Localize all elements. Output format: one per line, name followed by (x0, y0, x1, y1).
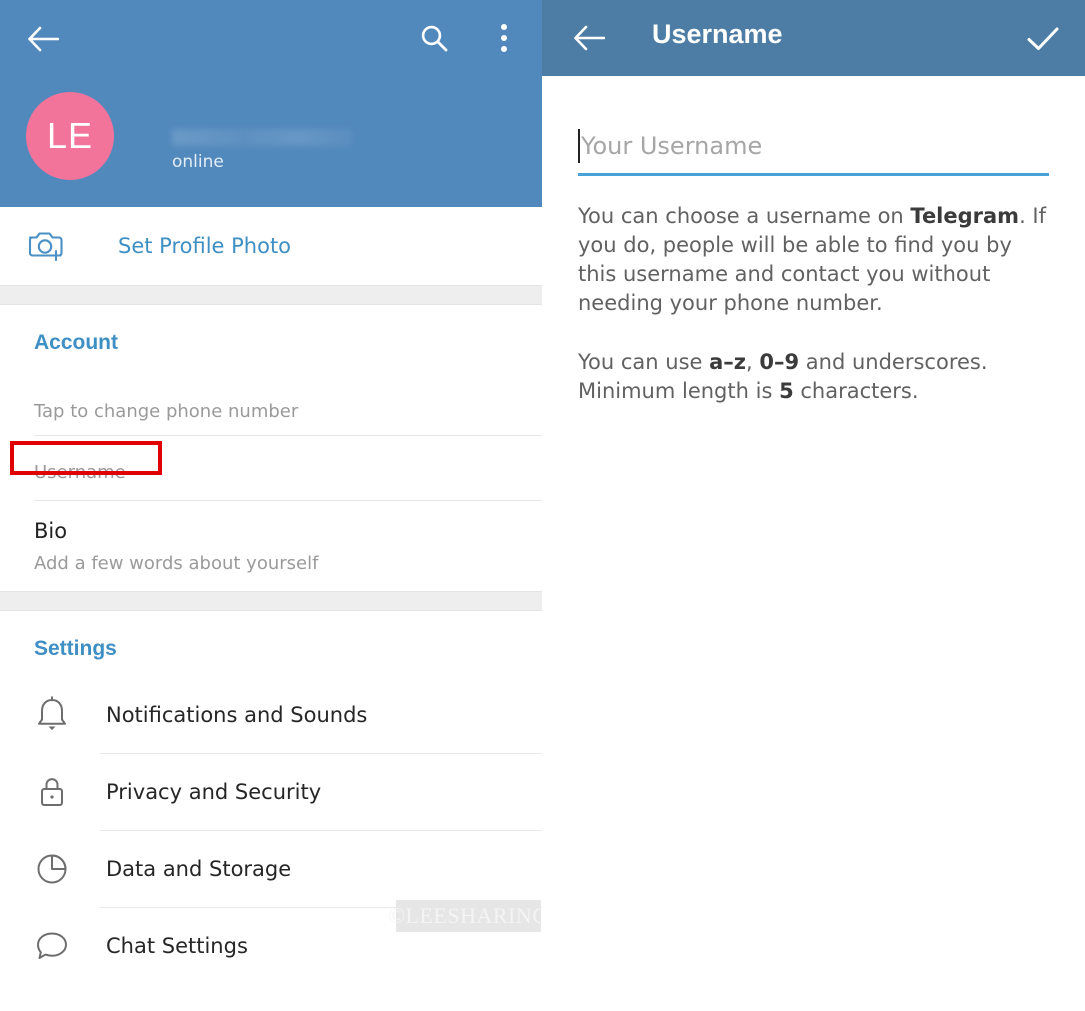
help-p1-text-1: You can choose a username on (578, 204, 911, 228)
phone-number-hint: Tap to change phone number (34, 401, 299, 422)
help-p2-bold-09: 0–9 (759, 350, 800, 374)
username-toolbar: Username (542, 0, 1085, 76)
settings-toolbar (0, 0, 542, 76)
search-icon[interactable] (414, 18, 454, 58)
check-icon[interactable] (1023, 19, 1063, 59)
profile-summary[interactable]: LE online (26, 92, 352, 180)
app-root: LE online Set Profile Photo Account Tap … (0, 0, 1085, 1011)
back-arrow-icon[interactable] (24, 20, 62, 58)
pie-chart-icon (30, 851, 74, 887)
help-paragraph-2: You can use a–z, 0–9 and underscores. Mi… (578, 348, 1048, 406)
back-arrow-icon[interactable] (570, 19, 608, 57)
sidebar-item-label: Notifications and Sounds (106, 703, 368, 727)
text-caret (578, 128, 580, 163)
help-p2-text-2: , (746, 350, 760, 374)
bio-hint: Add a few words about yourself (34, 553, 319, 574)
profile-meta: online (172, 129, 352, 180)
set-profile-photo-label: Set Profile Photo (118, 234, 292, 258)
help-p2-bold-az: a–z (709, 350, 747, 374)
settings-list: Notifications and Sounds Privacy and Sec… (0, 677, 542, 984)
more-vertical-icon[interactable] (484, 18, 524, 58)
camera-add-icon (26, 227, 66, 265)
page-title: Username (652, 19, 783, 49)
display-name-redacted (172, 129, 352, 146)
watermark: ©LEESHARING (388, 900, 542, 932)
help-p2-bold-minlen: 5 (779, 379, 794, 403)
username-placeholder: Your Username (581, 131, 763, 160)
sidebar-item-label: Privacy and Security (106, 780, 322, 804)
sidebar-item-data-storage[interactable]: Data and Storage (0, 831, 542, 907)
bio-row[interactable]: Bio Add a few words about yourself (0, 501, 542, 591)
help-p2-text-1: You can use (578, 350, 710, 374)
sidebar-item-notifications[interactable]: Notifications and Sounds (0, 677, 542, 753)
account-section-title: Account (34, 331, 118, 354)
chat-bubble-icon (30, 928, 74, 964)
username-panel: Username Your Username You can choose a … (542, 0, 1085, 1011)
overflow-dots (501, 24, 507, 52)
bio-label: Bio (34, 519, 68, 543)
avatar[interactable]: LE (26, 92, 114, 180)
sidebar-item-label: Chat Settings (106, 934, 248, 958)
toolbar-actions (414, 18, 524, 58)
online-status: online (172, 152, 224, 172)
username-form: Your Username You can choose a username … (542, 118, 1085, 406)
settings-panel: LE online Set Profile Photo Account Tap … (0, 0, 542, 1011)
help-paragraph-1: You can choose a username on Telegram. I… (578, 202, 1048, 318)
settings-section-title: Settings (34, 637, 117, 660)
username-hint: Username (34, 462, 126, 483)
help-p2-text-4: characters. (793, 379, 919, 403)
phone-number-row[interactable]: Tap to change phone number (0, 371, 542, 435)
sidebar-item-privacy[interactable]: Privacy and Security (0, 754, 542, 830)
set-profile-photo-row[interactable]: Set Profile Photo (0, 207, 542, 285)
sidebar-item-label: Data and Storage (106, 857, 292, 881)
lock-icon (30, 772, 74, 812)
username-input[interactable]: Your Username (578, 118, 1049, 176)
help-p1-bold-telegram: Telegram (910, 204, 1020, 228)
bell-icon (30, 695, 74, 735)
profile-header: LE online (0, 0, 542, 207)
section-divider-1 (0, 285, 542, 305)
username-row[interactable]: Username (0, 436, 542, 500)
section-divider-2 (0, 591, 542, 611)
